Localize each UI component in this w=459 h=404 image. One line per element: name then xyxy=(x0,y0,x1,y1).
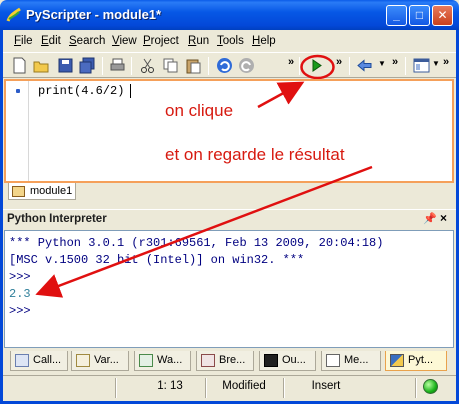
back-arrow-icon[interactable] xyxy=(356,57,373,74)
toolbar-overflow-icon-3[interactable]: » xyxy=(392,56,398,68)
python-icon xyxy=(390,354,404,367)
window-title: PyScripter - module1* xyxy=(26,7,162,22)
toolbar-overflow-icon-4[interactable]: » xyxy=(443,56,449,68)
output-icon xyxy=(264,354,278,367)
console-line: [MSC v.1500 32 bit (Intel)] on win32. **… xyxy=(9,253,305,267)
menu-search[interactable]: Search xyxy=(69,35,105,47)
console-line: *** Python 3.0.1 (r301:69561, Feb 13 200… xyxy=(9,236,384,250)
menu-tools[interactable]: Tools xyxy=(217,35,244,47)
layout-icon[interactable] xyxy=(413,57,430,74)
redo-icon[interactable] xyxy=(238,57,255,74)
toolbar-overflow-icon[interactable]: » xyxy=(288,56,294,68)
console-prompt: >>> xyxy=(9,270,31,284)
new-file-icon[interactable] xyxy=(11,57,28,74)
tab-python-interpreter[interactable]: Pyt... xyxy=(385,351,447,371)
interpreter-title: Python Interpreter xyxy=(7,213,107,225)
menu-file[interactable]: File xyxy=(14,35,33,47)
modified-status: Modified xyxy=(222,380,266,392)
menu-project[interactable]: Project xyxy=(143,35,179,47)
paste-icon[interactable] xyxy=(185,57,202,74)
console-prompt: >>> xyxy=(9,304,31,318)
console-result: 2.3 xyxy=(9,287,31,301)
tab-call-stack[interactable]: Call... xyxy=(10,351,68,371)
undo-icon[interactable] xyxy=(216,57,233,74)
variables-icon xyxy=(76,354,90,367)
menu-view[interactable]: View xyxy=(112,35,137,47)
back-dropdown-icon[interactable]: ▼ xyxy=(378,59,386,68)
menu-help[interactable]: Help xyxy=(252,35,276,47)
menu-edit[interactable]: Edit xyxy=(41,35,61,47)
toolbar-overflow-icon-2[interactable]: » xyxy=(336,56,342,68)
menu-run[interactable]: Run xyxy=(188,35,209,47)
pyscripter-logo-icon xyxy=(6,7,21,22)
tab-variables[interactable]: Var... xyxy=(71,351,129,371)
save-all-icon[interactable] xyxy=(79,57,96,74)
annotation-click: on clique xyxy=(165,101,234,120)
tab-watches[interactable]: Wa... xyxy=(134,351,191,371)
print-icon[interactable] xyxy=(109,57,126,74)
toolbar: » » ▼ » ▼ » xyxy=(3,52,456,80)
menu-bar: File Edit Search View Project Run Tools … xyxy=(3,31,456,51)
run-highlight-circle xyxy=(300,54,335,80)
cut-icon[interactable] xyxy=(139,57,156,74)
close-button[interactable]: ✕ xyxy=(432,5,453,26)
module-icon xyxy=(12,186,25,197)
call-stack-icon xyxy=(15,354,29,367)
cursor-position: 1: 13 xyxy=(157,380,183,392)
tab-output[interactable]: Ou... xyxy=(259,351,316,371)
status-led-icon xyxy=(423,379,438,394)
code-line[interactable]: print(4.6/2) xyxy=(38,84,124,98)
copy-icon[interactable] xyxy=(162,57,179,74)
minimize-button[interactable]: _ xyxy=(386,5,407,26)
line-marker-icon xyxy=(16,89,20,93)
open-folder-icon[interactable] xyxy=(33,57,50,74)
insert-mode: Insert xyxy=(311,380,341,392)
maximize-button[interactable]: □ xyxy=(409,5,430,26)
layout-dropdown-icon[interactable]: ▼ xyxy=(432,59,440,68)
annotation-result: et on regarde le résultat xyxy=(165,145,345,164)
tab-messages[interactable]: Me... xyxy=(321,351,381,371)
breakpoints-icon xyxy=(201,354,215,367)
tab-breakpoints[interactable]: Bre... xyxy=(196,351,254,371)
save-icon[interactable] xyxy=(57,57,74,74)
watches-icon xyxy=(139,354,153,367)
text-caret xyxy=(130,84,131,98)
editor-gutter[interactable] xyxy=(6,81,29,181)
messages-icon xyxy=(326,354,340,367)
pin-icon[interactable]: 📌 xyxy=(423,212,437,225)
close-pane-icon[interactable]: × xyxy=(440,211,447,225)
